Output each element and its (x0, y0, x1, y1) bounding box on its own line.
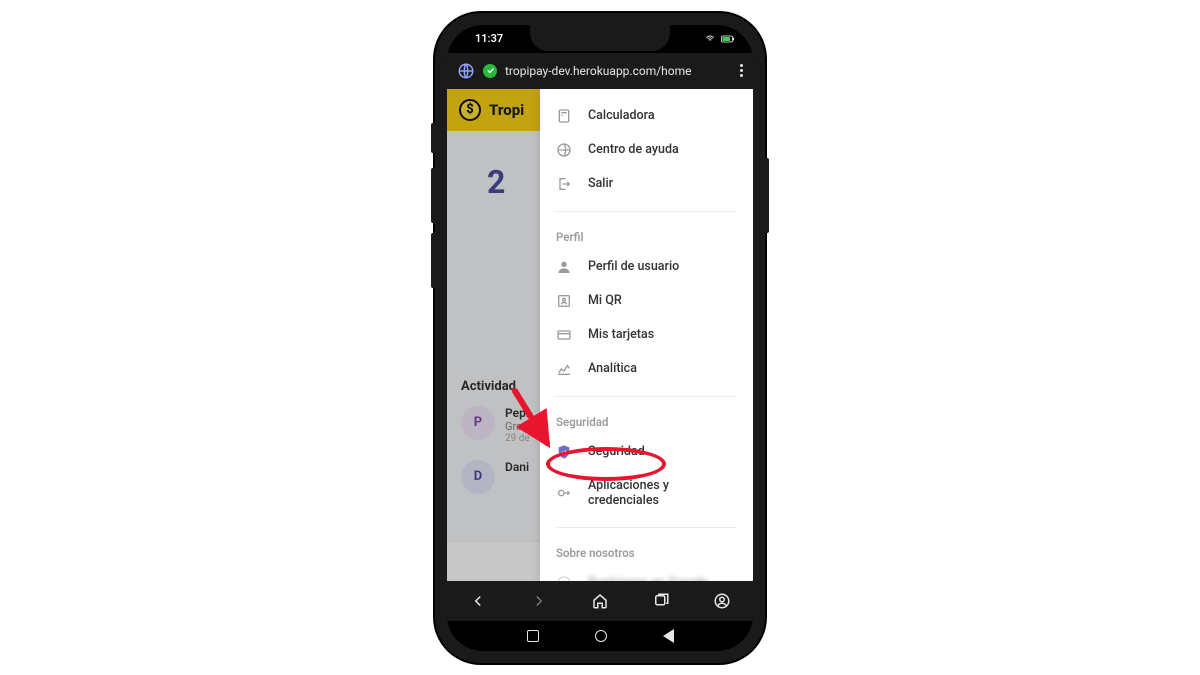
battery-icon (721, 34, 735, 44)
ssl-lock-icon (483, 64, 497, 78)
drawer-item-my-qr[interactable]: Mi QR (540, 284, 753, 318)
drawer-section-security: Seguridad (540, 407, 753, 435)
drawer-item-label: Mi QR (588, 293, 622, 308)
card-icon (556, 327, 572, 343)
drawer-item-label: Puntúanos en Google (588, 575, 708, 581)
qr-icon (556, 293, 572, 309)
kebab-menu-icon[interactable] (740, 64, 743, 77)
android-recent-icon[interactable] (527, 630, 539, 642)
drawer-item-user-profile[interactable]: Perfil de usuario (540, 250, 753, 284)
android-back-icon[interactable] (663, 629, 674, 643)
nav-back-icon[interactable] (468, 591, 488, 611)
drawer-item-calculator[interactable]: Calculadora (540, 99, 753, 133)
notch (530, 25, 670, 51)
drawer-section-profile: Perfil (540, 222, 753, 250)
volume-up-button (431, 168, 435, 223)
drawer-item-label: Centro de ayuda (588, 142, 679, 157)
key-icon (556, 485, 572, 501)
google-icon (556, 575, 572, 581)
nav-home-icon[interactable] (590, 591, 610, 611)
volume-down-button (431, 233, 435, 288)
drawer-item-apps-credentials[interactable]: Aplicaciones y credenciales (540, 469, 753, 517)
status-icons (703, 34, 735, 44)
divider (556, 211, 737, 212)
person-icon (556, 259, 572, 275)
chart-icon (556, 361, 572, 377)
android-nav-bar (447, 621, 753, 651)
nav-profile-icon[interactable] (712, 591, 732, 611)
power-button (765, 158, 769, 233)
side-drawer: Calculadora Centro de ayuda Salir Perfil (540, 89, 753, 581)
help-icon (556, 142, 572, 158)
drawer-item-label: Calculadora (588, 108, 655, 123)
divider (556, 527, 737, 528)
shield-icon (556, 444, 572, 460)
drawer-item-label: Mis tarjetas (588, 327, 654, 342)
drawer-item-cutoff[interactable]: Puntúanos en Google (540, 566, 753, 581)
url-text[interactable]: tropipay-dev.herokuapp.com/home (505, 64, 732, 78)
screen: 11:37 tropipay-dev.herokuapp.com/home $ … (447, 25, 753, 651)
nav-forward-icon[interactable] (529, 591, 549, 611)
drawer-item-security[interactable]: Seguridad (540, 435, 753, 469)
drawer-item-label: Seguridad (588, 444, 645, 459)
calculator-icon (556, 108, 572, 124)
browser-bottom-nav (447, 581, 753, 621)
viewport: $ Tropi 2 + Añadir Actividad P Pepi (447, 89, 753, 581)
drawer-item-exit[interactable]: Salir (540, 167, 753, 201)
drawer-section-about: Sobre nosotros (540, 538, 753, 566)
drawer-item-label: Aplicaciones y credenciales (588, 478, 737, 508)
browser-globe-icon (457, 62, 475, 80)
drawer-item-help[interactable]: Centro de ayuda (540, 133, 753, 167)
status-time: 11:37 (475, 32, 503, 45)
android-home-icon[interactable] (595, 630, 607, 642)
phone-frame: 11:37 tropipay-dev.herokuapp.com/home $ … (435, 13, 765, 663)
drawer-item-my-cards[interactable]: Mis tarjetas (540, 318, 753, 352)
drawer-item-label: Analítica (588, 361, 637, 376)
drawer-item-label: Perfil de usuario (588, 259, 679, 274)
exit-icon (556, 176, 572, 192)
nav-tabs-icon[interactable] (651, 591, 671, 611)
wifi-icon (703, 34, 717, 44)
divider (556, 396, 737, 397)
drawer-item-label: Salir (588, 176, 613, 191)
side-button (431, 123, 435, 153)
drawer-item-analytics[interactable]: Analítica (540, 352, 753, 386)
browser-address-bar[interactable]: tropipay-dev.herokuapp.com/home (447, 53, 753, 89)
